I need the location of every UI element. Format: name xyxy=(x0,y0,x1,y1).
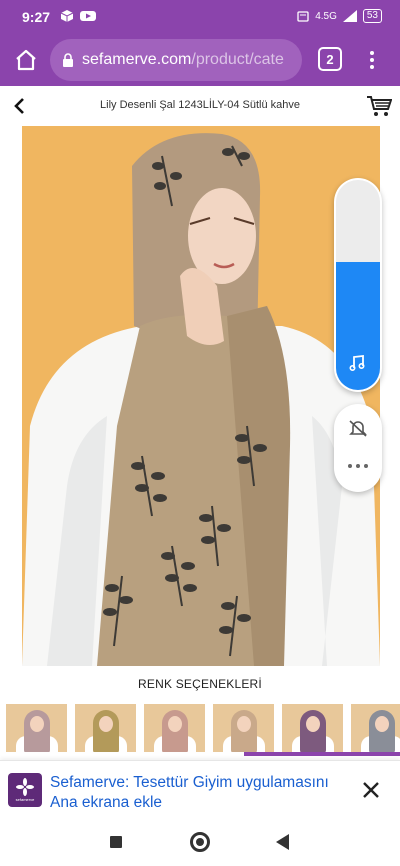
color-option-thumbnail[interactable] xyxy=(351,704,400,752)
url-text: sefamerve.com/product/cate xyxy=(82,51,284,69)
color-option-thumbnail[interactable] xyxy=(75,704,136,752)
box-icon xyxy=(60,10,74,22)
thumbnail-face xyxy=(237,716,251,732)
browser-menu-button[interactable] xyxy=(360,44,384,76)
url-domain: sefamerve.com xyxy=(82,51,192,68)
lock-icon xyxy=(63,53,73,67)
recent-apps-icon[interactable] xyxy=(110,836,122,848)
more-vert-icon xyxy=(370,51,374,55)
tab-count: 2 xyxy=(326,51,334,67)
app-logo-icon: sefamerve xyxy=(8,773,42,807)
bell-off-icon[interactable] xyxy=(348,418,368,438)
status-time: 9:27 xyxy=(22,9,51,25)
alarm-icon xyxy=(297,11,309,22)
youtube-icon xyxy=(80,11,96,21)
url-path: /product/cate xyxy=(191,51,284,68)
music-note-icon xyxy=(349,354,365,372)
thumbnail-face xyxy=(30,716,44,732)
product-title: Lily Desenli Şal 1243LİLY-04 Sütlü kahve xyxy=(100,99,300,111)
install-banner-text[interactable]: Sefamerve: Tesettür Giyim uygulamasını A… xyxy=(50,773,350,813)
color-options-scroll-indicator xyxy=(244,752,400,756)
close-icon[interactable] xyxy=(360,779,382,801)
thumbnail-face xyxy=(306,716,320,732)
ringer-panel xyxy=(334,404,382,492)
color-option-thumbnail[interactable] xyxy=(144,704,205,752)
volume-panel[interactable] xyxy=(334,178,382,392)
thumbnail-face xyxy=(168,716,182,732)
browser-toolbar: sefamerve.com/product/cate 2 xyxy=(0,34,400,86)
color-option-thumbnail[interactable] xyxy=(282,704,343,752)
signal-icon xyxy=(342,10,357,22)
volume-settings-icon[interactable] xyxy=(348,464,368,470)
status-bar: 9:27 4.5G 53 xyxy=(0,0,400,34)
color-option-thumbnail[interactable] xyxy=(213,704,274,752)
address-bar[interactable]: sefamerve.com/product/cate xyxy=(50,39,302,81)
system-navigation-bar xyxy=(0,818,400,866)
home-nav-icon[interactable] xyxy=(190,832,210,852)
home-button[interactable] xyxy=(10,44,42,76)
back-nav-icon[interactable] xyxy=(276,834,289,850)
tab-switcher-button[interactable]: 2 xyxy=(318,47,342,71)
thumbnail-face xyxy=(99,716,113,732)
battery-level: 53 xyxy=(366,10,378,21)
color-options-list xyxy=(6,704,400,754)
app-logo-label: sefamerve xyxy=(15,797,35,802)
page-header: Lily Desenli Şal 1243LİLY-04 Sütlü kahve xyxy=(0,86,400,126)
shopping-cart-icon[interactable] xyxy=(366,94,392,118)
color-option-thumbnail[interactable] xyxy=(6,704,67,752)
network-type: 4.5G xyxy=(315,10,337,22)
product-photo-illustration xyxy=(22,126,380,666)
home-icon xyxy=(16,49,36,71)
thumbnail-face xyxy=(375,716,389,732)
install-app-banner[interactable]: sefamerve Sefamerve: Tesettür Giyim uygu… xyxy=(0,760,400,818)
product-image[interactable] xyxy=(22,126,380,666)
battery-icon: 53 xyxy=(362,9,382,23)
status-notification-icons xyxy=(60,9,96,23)
color-options-heading: RENK SEÇENEKLERİ xyxy=(138,677,262,691)
status-right-icons: 4.5G 53 xyxy=(297,9,382,23)
